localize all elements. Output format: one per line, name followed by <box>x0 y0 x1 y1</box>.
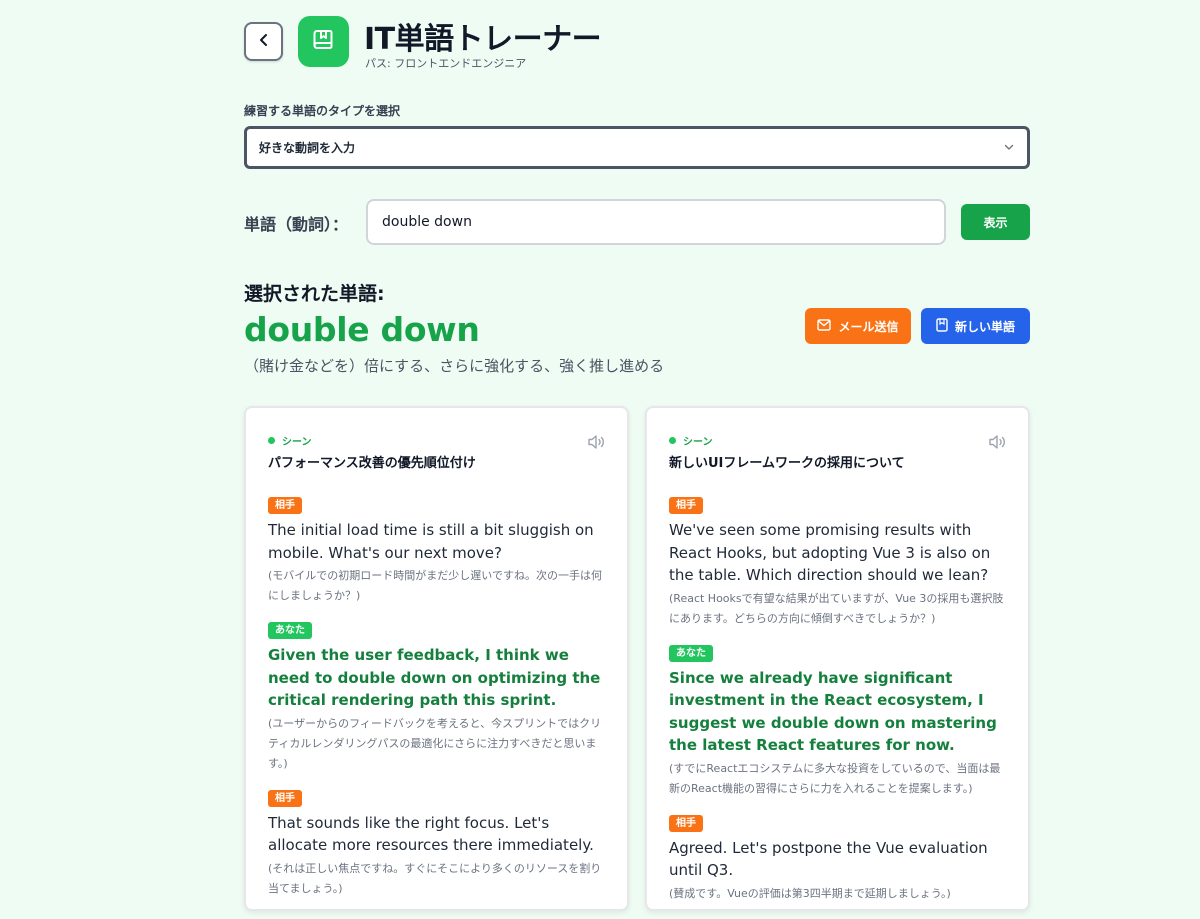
book-icon <box>936 317 948 335</box>
speaker-badge: あなた <box>669 644 713 662</box>
scene-header: シーン <box>669 432 1006 448</box>
book-icon <box>311 27 337 57</box>
scene-title: パフォーマンス改善の優先順位付け <box>268 456 476 471</box>
speaker-badge: 相手 <box>268 789 302 807</box>
dialogue-turn: 相手 That sounds like the right focus. Let… <box>268 786 605 899</box>
word-input-label: 単語（動詞）： <box>244 215 349 234</box>
word-type-label: 練習する単語のタイプを選択 <box>244 104 401 118</box>
chevron-left-icon <box>256 32 272 52</box>
dialogue-text: The initial load time is still a bit slu… <box>268 521 594 562</box>
dialogue-text: We've seen some promising results with R… <box>669 521 991 584</box>
learning-path: パス: フロントエンドエンジニア <box>365 57 527 70</box>
speaker-badge: 相手 <box>268 497 302 514</box>
speaker-icon[interactable] <box>988 434 1008 454</box>
chevron-down-icon <box>1003 138 1015 157</box>
scene-dot-icon <box>268 436 275 444</box>
speaker-badge: 相手 <box>669 497 703 514</box>
dialogue-translation: (モバイルでの初期ロード時間がまだ少し遅いですね。次の一手は何にしましょうか？) <box>268 569 602 602</box>
app-title: IT単語トレーナー <box>364 22 602 57</box>
scene-card: シーン 新しいUIフレームワークの採用について 相手 We've seen so… <box>645 406 1030 911</box>
dialogue-translation: (すでにReactエコシステムに多大な投資をしているので、当面は最新のReact… <box>669 761 1001 795</box>
speaker-badge: あなた <box>268 622 312 639</box>
dialogue-text: Agreed. Let's postpone the Vue evaluatio… <box>669 838 988 880</box>
speaker-icon[interactable] <box>587 434 607 454</box>
dialogue-translation: (賛成です。Vueの評価は第3四半期まで延期しましょう。) <box>669 886 951 900</box>
dialogue-text: Since we already have significant invest… <box>669 668 997 755</box>
new-word-button[interactable]: 新しい単語 <box>921 308 1030 344</box>
back-button[interactable] <box>244 22 283 61</box>
new-word-label: 新しい単語 <box>954 319 1015 334</box>
selected-word-heading: 選択された単語: <box>244 283 385 305</box>
speaker-badge: 相手 <box>669 814 703 832</box>
scene-dot-icon <box>669 436 676 444</box>
dialogue-turn: 相手 The initial load time is still a bit … <box>268 493 605 606</box>
scene-title: 新しいUIフレームワークの採用について <box>669 456 905 471</box>
send-mail-button[interactable]: メール送信 <box>805 308 911 344</box>
word-type-value: 好きな動詞を入力 <box>259 141 356 155</box>
dialogue-translation: (React Hooksで有望な結果が出ていますが、Vue 3の採用も選択肢にあ… <box>669 591 1004 625</box>
dialogue-translation: (それは正しい焦点ですね。すぐにそこにより多くのリソースを割り当てましょう。) <box>268 861 602 895</box>
dialogue-turn: あなた Since we already have significant in… <box>669 641 1006 799</box>
dialogue-turn: 相手 We've seen some promising results wit… <box>669 493 1006 629</box>
scene-label: シーン <box>683 436 713 448</box>
word-input[interactable]: double down <box>366 199 946 245</box>
dialogue-turn: あなた Given the user feedback, I think we … <box>268 618 605 774</box>
dialogue-text: That sounds like the right focus. Let's … <box>268 813 594 855</box>
dialogue-text: Given the user feedback, I think we need… <box>268 646 601 709</box>
dialogue-translation: (ユーザーからのフィードバックを考えると、今スプリントではクリティカルレンダリン… <box>268 716 602 770</box>
selected-word-meaning: （賭け金などを）倍にする、さらに強化する、強く推し進める <box>244 357 665 375</box>
selected-word: double down <box>244 310 480 349</box>
dialogue-turn: 相手 Agreed. Let's postpone the Vue evalua… <box>669 811 1006 904</box>
send-mail-label: メール送信 <box>838 319 899 334</box>
scene-header: シーン <box>268 432 605 448</box>
app-logo <box>298 16 349 67</box>
word-type-select[interactable]: 好きな動詞を入力 <box>244 126 1030 169</box>
scene-label: シーン <box>282 436 312 448</box>
show-button[interactable]: 表示 <box>961 204 1030 240</box>
scene-card: シーン パフォーマンス改善の優先順位付け 相手 The initial load… <box>244 406 629 911</box>
mail-icon <box>817 318 832 334</box>
